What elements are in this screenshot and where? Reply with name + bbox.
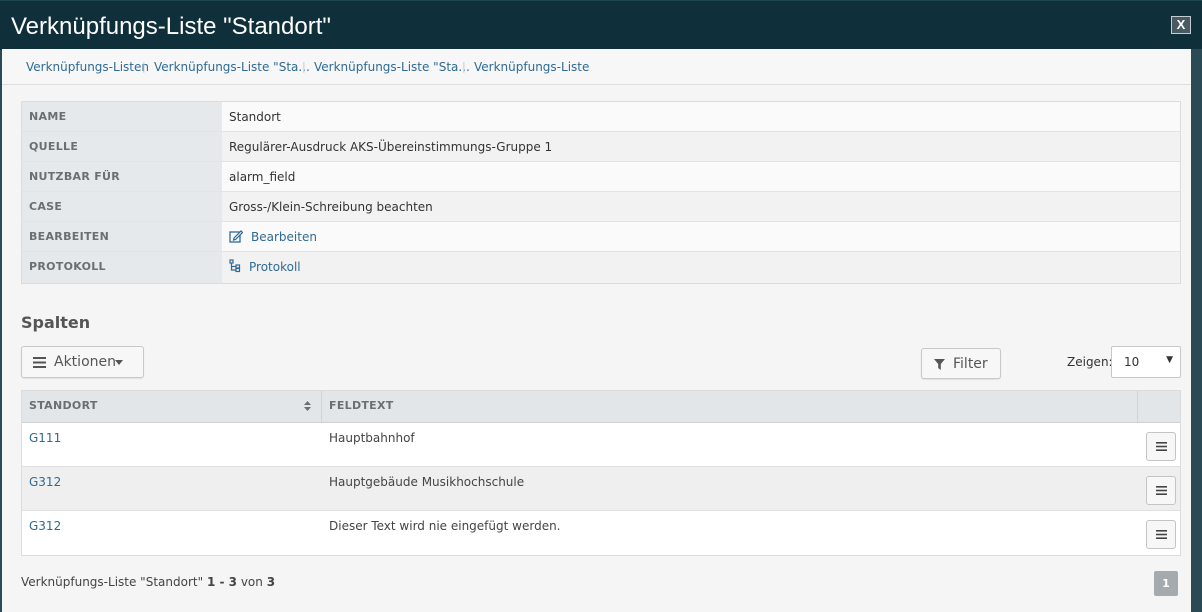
- row-actions-cell: [1138, 423, 1180, 466]
- bearbeiten-label: BEARBEITEN: [22, 222, 222, 251]
- breadcrumb-item-4[interactable]: Verknüpfungs-Liste: [474, 60, 589, 74]
- quelle-value: Regulärer-Ausdruck AKS-Übereinstimmungs-…: [222, 132, 1180, 161]
- menu-icon: [33, 357, 46, 368]
- nutzbar-value: alarm_field: [222, 162, 1180, 191]
- protokoll-link[interactable]: Protokoll: [229, 259, 301, 274]
- filter-button[interactable]: Filter: [921, 348, 1001, 379]
- header-actions: [1138, 391, 1180, 422]
- details-row-name: NAME Standort: [22, 102, 1180, 132]
- row-menu-button[interactable]: [1146, 432, 1176, 461]
- row-menu-button[interactable]: [1146, 476, 1176, 505]
- pagination-info-von: von: [240, 575, 263, 589]
- case-value: Gross-/Klein-Schreibung beachten: [222, 192, 1180, 221]
- modal-header: Verknüpfungs-Liste "Standort" X: [0, 0, 1202, 50]
- page-size-value: 10: [1124, 355, 1140, 369]
- case-label: CASE: [22, 192, 222, 221]
- pagination-info-range: 1 - 3: [206, 575, 237, 589]
- section-title: Spalten: [21, 313, 91, 332]
- details-row-nutzbar: NUTZBAR FÜR alarm_field: [22, 162, 1180, 192]
- modal-dialog: Verknüpfungs-Liste "Standort" X Verknüpf…: [0, 0, 1202, 612]
- header-standort-label: STANDORT: [29, 399, 98, 412]
- breadcrumb-separator: |: [142, 60, 146, 73]
- row-feldtext: Hauptbahnhof: [329, 431, 415, 445]
- row-standort-link[interactable]: G312: [22, 511, 322, 555]
- menu-icon: [1156, 486, 1167, 495]
- row-actions-cell: [1138, 511, 1180, 555]
- bearbeiten-link[interactable]: Bearbeiten: [229, 230, 317, 244]
- filter-label: Filter: [953, 356, 988, 372]
- details-table: NAME Standort QUELLE Regulärer-Ausdruck …: [21, 101, 1181, 284]
- row-feldtext: Hauptgebäude Musikhochschule: [329, 475, 525, 489]
- breadcrumb-separator: |: [462, 60, 466, 73]
- aktionen-button[interactable]: Aktionen: [21, 346, 144, 378]
- details-row-protokoll: PROTOKOLL Protokoll: [22, 252, 1180, 283]
- breadcrumb-item-2[interactable]: Verknüpfungs-Liste "Sta...: [154, 60, 310, 74]
- row-standort-link[interactable]: G312: [22, 467, 322, 510]
- menu-icon: [1156, 442, 1167, 451]
- pagination-info-total: 3: [266, 575, 276, 589]
- protokoll-label: PROTOKOLL: [22, 252, 222, 283]
- name-label: NAME: [22, 102, 222, 131]
- pagination-info-prefix: Verknüpfungs-Liste "Standort": [21, 575, 204, 589]
- sitemap-icon: [229, 259, 241, 273]
- details-row-quelle: QUELLE Regulärer-Ausdruck AKS-Übereinsti…: [22, 132, 1180, 162]
- chevron-down-icon: ▼: [1166, 355, 1173, 365]
- sort-icon: [304, 401, 311, 411]
- pagination-info: Verknüpfungs-Liste "Standort" 1 - 3 von …: [21, 575, 275, 589]
- page-size-label: Zeigen:: [1067, 355, 1113, 369]
- backdrop-strip: [1191, 49, 1202, 612]
- row-actions-cell: [1138, 467, 1180, 510]
- modal-title: Verknüpfungs-Liste "Standort": [11, 13, 331, 40]
- modal-body: Verknüpfungs-Listen | Verknüpfungs-Liste…: [2, 49, 1191, 612]
- columns-table: STANDORT FELDTEXT G111 Hauptbahnhof G312…: [21, 390, 1181, 556]
- table-row: G312 Hauptgebäude Musikhochschule: [22, 467, 1180, 511]
- details-row-case: CASE Gross-/Klein-Schreibung beachten: [22, 192, 1180, 222]
- header-feldtext[interactable]: FELDTEXT: [322, 391, 1138, 422]
- aktionen-label: Aktionen: [54, 354, 116, 370]
- protokoll-cell: Protokoll: [222, 252, 1180, 283]
- details-row-bearbeiten: BEARBEITEN Bearbeiten: [22, 222, 1180, 252]
- row-menu-button[interactable]: [1146, 520, 1176, 549]
- close-button[interactable]: X: [1171, 16, 1191, 34]
- caret-down-icon: [115, 360, 123, 365]
- table-row: G312 Dieser Text wird nie eingefügt werd…: [22, 511, 1180, 555]
- header-standort[interactable]: STANDORT: [22, 391, 322, 422]
- bearbeiten-link-label: Bearbeiten: [251, 230, 317, 244]
- row-feldtext: Dieser Text wird nie eingefügt werden.: [329, 519, 561, 533]
- menu-icon: [1156, 530, 1167, 539]
- bearbeiten-cell: Bearbeiten: [222, 222, 1180, 251]
- protokoll-link-label: Protokoll: [249, 260, 301, 274]
- edit-icon: [229, 230, 244, 243]
- row-standort-link[interactable]: G111: [22, 423, 322, 466]
- breadcrumb-item-1[interactable]: Verknüpfungs-Listen: [26, 60, 149, 74]
- table-row: G111 Hauptbahnhof: [22, 423, 1180, 467]
- table-header: STANDORT FELDTEXT: [22, 391, 1180, 423]
- breadcrumb-item-3[interactable]: Verknüpfungs-Liste "Sta...: [314, 60, 470, 74]
- name-value: Standort: [222, 102, 1180, 131]
- page-size-select[interactable]: 10 ▼: [1111, 346, 1181, 378]
- pagination-page-1[interactable]: 1: [1154, 571, 1178, 596]
- nutzbar-label: NUTZBAR FÜR: [22, 162, 222, 191]
- breadcrumb: Verknüpfungs-Listen | Verknüpfungs-Liste…: [2, 49, 1191, 85]
- filter-icon: [934, 359, 945, 370]
- breadcrumb-separator: |: [302, 60, 306, 73]
- quelle-label: QUELLE: [22, 132, 222, 161]
